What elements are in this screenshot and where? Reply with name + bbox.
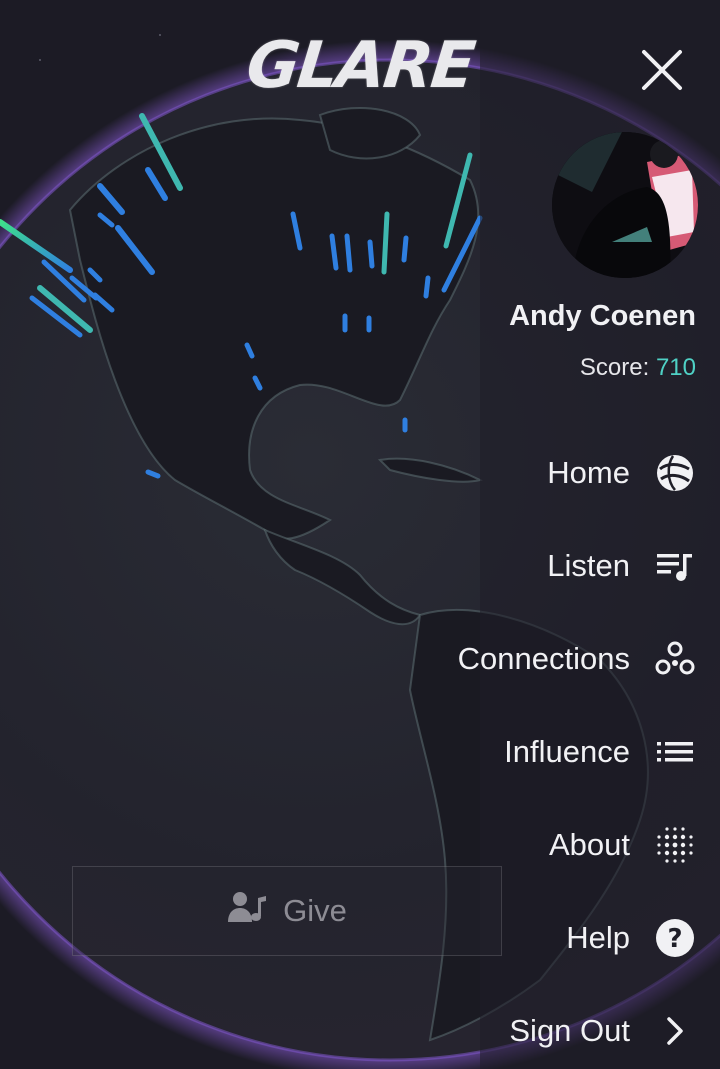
user-name: Andy Coenen [509, 300, 696, 332]
menu-item-sign-out[interactable]: Sign Out [509, 1003, 696, 1059]
help-icon: ? [654, 917, 696, 959]
menu-item-help[interactable]: Help ? [566, 910, 696, 966]
avatar[interactable] [552, 132, 698, 278]
score-value: 710 [655, 354, 696, 381]
dots-grid-icon [654, 824, 696, 866]
glare-logo: GLARE [243, 28, 477, 103]
side-drawer: Andy Coenen Score: 710 Home Listen Conne… [458, 0, 720, 1069]
menu-item-label: Sign Out [509, 1013, 630, 1048]
menu-item-listen[interactable]: Listen [547, 538, 696, 594]
give-label: Give [283, 893, 347, 928]
menu-item-label: Home [547, 455, 630, 490]
give-button[interactable]: Give [72, 866, 502, 956]
person-music-icon [227, 890, 267, 932]
menu-item-label: Listen [547, 548, 630, 583]
menu-item-connections[interactable]: Connections [458, 631, 696, 687]
menu-item-label: Influence [504, 734, 630, 769]
user-score: Score: 710 [580, 354, 696, 382]
connections-icon [654, 638, 696, 680]
globe-icon [654, 452, 696, 494]
menu-item-label: About [548, 827, 630, 862]
svg-text:?: ? [667, 924, 682, 954]
chevron-right-icon [654, 1010, 696, 1052]
app-screen: GLARE Give Andy Coenen Score: 710 Home L… [0, 0, 720, 1069]
list-icon [654, 731, 696, 773]
close-icon [642, 50, 682, 90]
menu-item-about[interactable]: About [549, 817, 696, 873]
menu-item-home[interactable]: Home [547, 445, 696, 501]
menu-item-label: Help [566, 920, 630, 955]
menu-item-label: Connections [457, 641, 630, 676]
menu-item-influence[interactable]: Influence [504, 724, 696, 780]
close-button[interactable] [640, 48, 684, 92]
playlist-icon [654, 545, 696, 587]
score-label: Score: [579, 354, 650, 381]
